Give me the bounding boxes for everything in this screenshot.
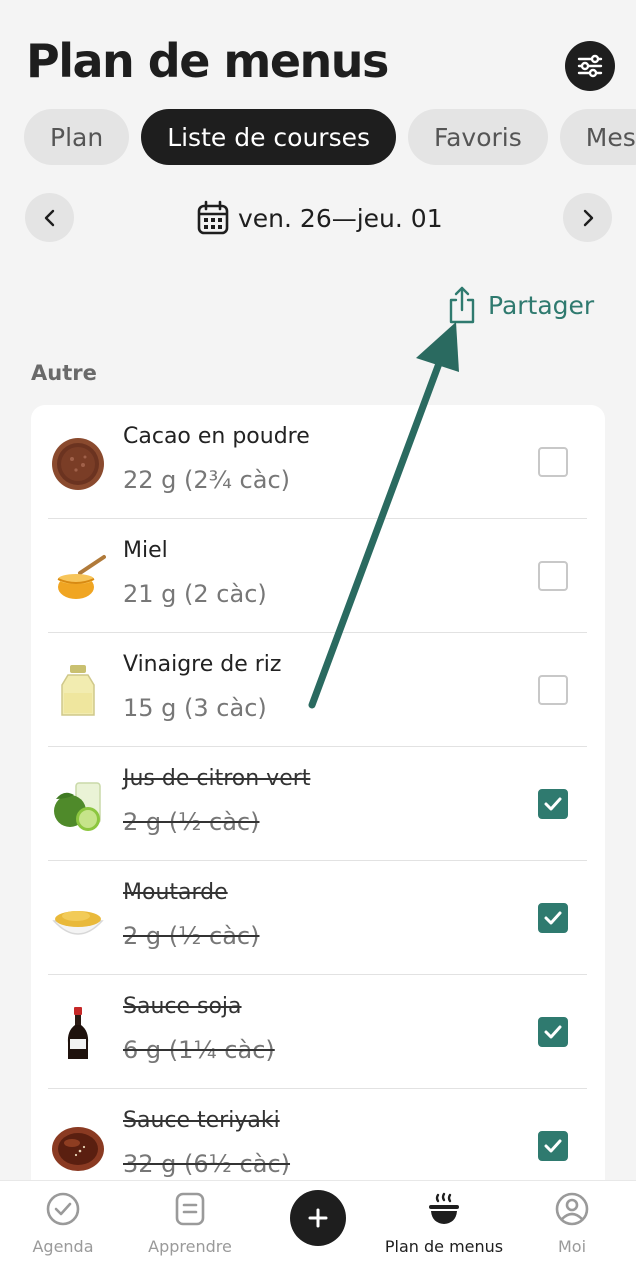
item-name: Sauce soja bbox=[123, 994, 242, 1019]
mustard-image bbox=[52, 911, 104, 935]
item-checkbox[interactable] bbox=[538, 1131, 568, 1161]
item-checkbox[interactable] bbox=[538, 675, 568, 705]
sliders-icon bbox=[577, 54, 603, 78]
item-quantity: 21 g (2 càc) bbox=[123, 580, 267, 608]
honey-image bbox=[57, 555, 106, 599]
profile-icon bbox=[555, 1192, 589, 1226]
tab-bar: Plan Liste de courses Favoris Mes bbox=[24, 109, 636, 165]
nav-label: Moi bbox=[557, 1237, 587, 1256]
plus-icon bbox=[308, 1208, 328, 1228]
date-range-label: ven. 26—jeu. 01 bbox=[238, 203, 443, 233]
teriyaki-sauce-image bbox=[52, 1127, 104, 1171]
chevron-left-icon bbox=[44, 209, 54, 226]
nav-label: Apprendre bbox=[148, 1237, 232, 1256]
bowl-icon bbox=[429, 1192, 459, 1224]
list-item[interactable]: Sauce soja 6 g (1¼ càc) bbox=[48, 975, 587, 1089]
page-title: Plan de menus bbox=[26, 34, 389, 88]
lime-juice-image bbox=[54, 782, 101, 831]
item-checkbox[interactable] bbox=[538, 903, 568, 933]
item-checkbox[interactable] bbox=[538, 561, 568, 591]
book-icon bbox=[175, 1192, 205, 1226]
item-name: Vinaigre de riz bbox=[123, 652, 282, 677]
share-icon bbox=[449, 286, 475, 324]
tab-mes[interactable]: Mes bbox=[559, 109, 636, 165]
nav-label: Agenda bbox=[32, 1237, 94, 1256]
item-checkbox[interactable] bbox=[538, 789, 568, 819]
cocoa-powder-image bbox=[52, 438, 104, 490]
item-quantity: 32 g (6½ càc) bbox=[123, 1150, 291, 1178]
calendar-icon bbox=[197, 200, 229, 235]
nav-profile[interactable]: Moi bbox=[507, 1191, 636, 1256]
list-item[interactable]: Moutarde 2 g (½ càc) bbox=[48, 861, 587, 975]
section-label: Autre bbox=[31, 361, 97, 385]
checkmark-icon bbox=[544, 1025, 562, 1039]
next-week-button[interactable] bbox=[563, 193, 612, 242]
check-circle-icon bbox=[46, 1192, 80, 1226]
rice-vinegar-image bbox=[61, 665, 95, 716]
chevron-right-icon bbox=[583, 209, 593, 226]
soy-sauce-image bbox=[67, 1007, 89, 1059]
nav-learn[interactable]: Apprendre bbox=[125, 1191, 255, 1256]
list-item[interactable]: Cacao en poudre 22 g (2¾ càc) bbox=[48, 405, 587, 519]
list-item[interactable]: Jus de citron vert 2 g (½ càc) bbox=[48, 747, 587, 861]
list-item[interactable]: Miel 21 g (2 càc) bbox=[48, 519, 587, 633]
item-name: Sauce teriyaki bbox=[123, 1108, 280, 1133]
shopping-list-card: Cacao en poudre 22 g (2¾ càc) Miel 21 g … bbox=[31, 405, 605, 1235]
add-button[interactable] bbox=[290, 1190, 346, 1246]
share-button[interactable]: Partager bbox=[446, 285, 594, 325]
share-label: Partager bbox=[488, 290, 595, 320]
item-quantity: 22 g (2¾ càc) bbox=[123, 466, 291, 494]
item-quantity: 2 g (½ càc) bbox=[123, 808, 260, 836]
item-quantity: 2 g (½ càc) bbox=[123, 922, 260, 950]
nav-label: Plan de menus bbox=[384, 1237, 504, 1256]
date-range[interactable]: ven. 26—jeu. 01 bbox=[196, 196, 443, 240]
nav-meal-plan[interactable]: Plan de menus bbox=[379, 1191, 509, 1256]
checkmark-icon bbox=[544, 1139, 562, 1153]
list-item[interactable]: Vinaigre de riz 15 g (3 càc) bbox=[48, 633, 587, 747]
item-checkbox[interactable] bbox=[538, 1017, 568, 1047]
checkmark-icon bbox=[544, 911, 562, 925]
item-name: Cacao en poudre bbox=[123, 424, 310, 449]
item-name: Jus de citron vert bbox=[123, 766, 311, 791]
tab-favorites[interactable]: Favoris bbox=[408, 109, 548, 165]
item-name: Miel bbox=[123, 538, 168, 563]
item-name: Moutarde bbox=[123, 880, 228, 905]
item-checkbox[interactable] bbox=[538, 447, 568, 477]
previous-week-button[interactable] bbox=[25, 193, 74, 242]
tab-plan[interactable]: Plan bbox=[24, 109, 130, 165]
tab-shopping-list[interactable]: Liste de courses bbox=[141, 109, 397, 165]
item-quantity: 15 g (3 càc) bbox=[123, 694, 267, 722]
checkmark-icon bbox=[544, 797, 562, 811]
filter-settings-button[interactable] bbox=[565, 41, 615, 91]
item-quantity: 6 g (1¼ càc) bbox=[123, 1036, 275, 1064]
nav-agenda[interactable]: Agenda bbox=[0, 1191, 128, 1256]
